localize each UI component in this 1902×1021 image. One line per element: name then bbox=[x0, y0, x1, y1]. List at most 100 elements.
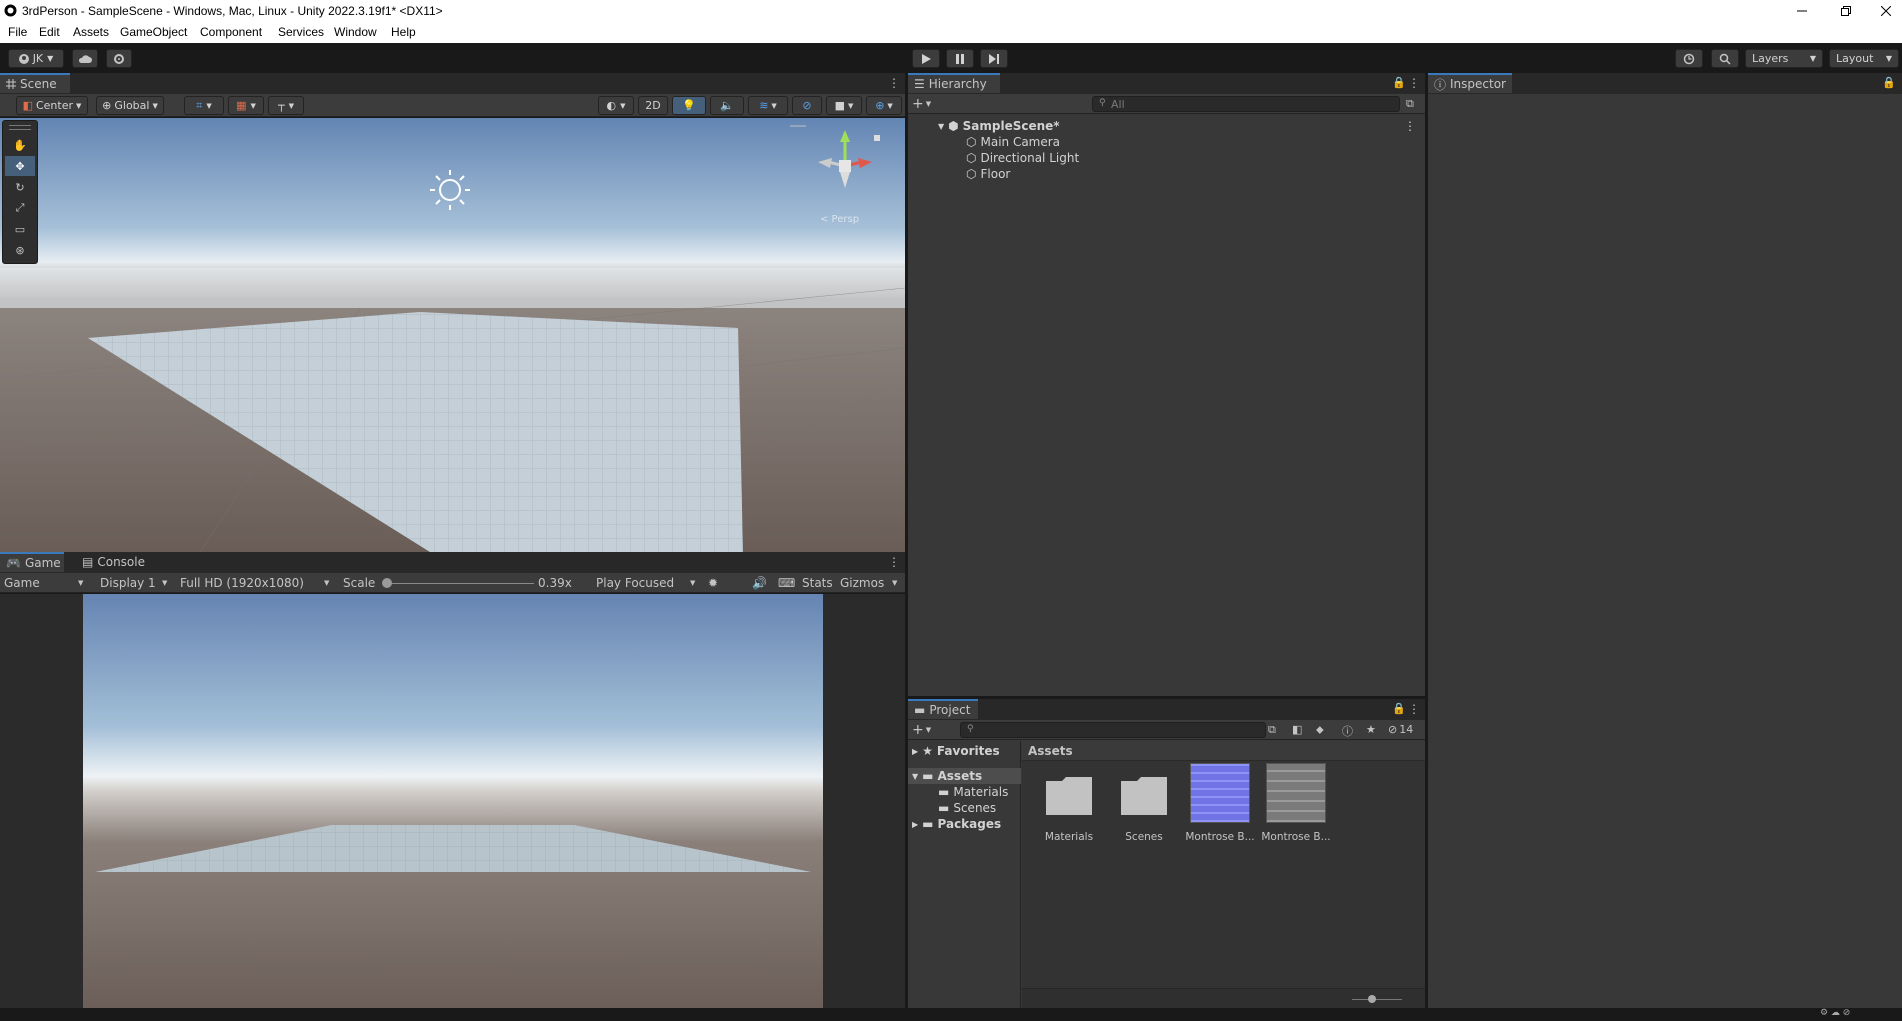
create-button[interactable]: + ▼ bbox=[912, 96, 938, 112]
folder-icon[interactable] bbox=[1119, 773, 1169, 817]
space-dropdown[interactable]: ⊕ Global ▼ bbox=[96, 96, 164, 115]
subfolder-row[interactable]: ▬ Scenes bbox=[938, 800, 996, 816]
breadcrumb[interactable]: Assets bbox=[1028, 744, 1073, 758]
display-label: Display 1 bbox=[100, 576, 156, 590]
menu-window[interactable]: Window bbox=[334, 25, 377, 39]
subfolder-row[interactable]: ▬ Materials bbox=[938, 784, 1008, 800]
effects-dropdown[interactable]: ≋ ▼ bbox=[748, 96, 788, 115]
hierarchy-scene-row[interactable]: ▼ ⬢ SampleScene* ⋮ bbox=[938, 118, 1418, 134]
menu-assets[interactable]: Assets bbox=[73, 25, 109, 39]
audio-toggle[interactable]: 🔈 bbox=[710, 96, 744, 115]
scale-tool[interactable]: ⤢ bbox=[5, 198, 35, 218]
hierarchy-search-input[interactable]: ⚲ All bbox=[1092, 96, 1400, 112]
menu-file[interactable]: File bbox=[8, 25, 27, 39]
layout-dropdown[interactable]: Layout ▼ bbox=[1829, 49, 1899, 68]
more-options-icon[interactable]: ⋮ bbox=[888, 76, 900, 90]
rotate-icon: ↻ bbox=[15, 180, 25, 194]
label-tag-icon[interactable]: ⬥ bbox=[1316, 723, 1324, 737]
frame-debugger-icon[interactable]: ✹ bbox=[708, 573, 718, 593]
scene-viewport[interactable]: < Persp ✋ ✥ ↻ ⤢ ▭ ⊛ bbox=[0, 118, 905, 552]
close-button[interactable] bbox=[1870, 0, 1902, 22]
lighting-toggle[interactable]: 💡 bbox=[672, 96, 706, 115]
grid-snap-button[interactable]: ⌗ ▼ bbox=[184, 96, 224, 115]
folder-icon: ▬ bbox=[938, 801, 950, 815]
star-icon[interactable]: ★ bbox=[1366, 723, 1376, 736]
scale-slider-track[interactable] bbox=[384, 583, 534, 584]
projection-label[interactable]: < Persp bbox=[820, 214, 859, 225]
menu-component[interactable]: Component bbox=[200, 25, 262, 39]
project-create-button[interactable]: + ▼ bbox=[912, 722, 938, 738]
thumbnail-size-slider[interactable] bbox=[1352, 999, 1402, 1000]
move-tool[interactable]: ✥ bbox=[5, 156, 35, 176]
search-by-type-icon[interactable]: ⧉ bbox=[1268, 723, 1276, 737]
step-button[interactable] bbox=[980, 49, 1008, 68]
rect-tool[interactable]: ▭ bbox=[5, 219, 35, 239]
tab-project[interactable]: ▬ Project bbox=[908, 699, 978, 719]
tab-hierarchy[interactable]: ☰ Hierarchy bbox=[908, 73, 1000, 93]
normal-map-thumbnail[interactable] bbox=[1190, 763, 1250, 823]
menu-edit[interactable]: Edit bbox=[39, 25, 60, 39]
expand-arrow-icon: ▼ bbox=[938, 121, 945, 131]
scene-visibility-icon[interactable]: ⧉ bbox=[1406, 97, 1414, 111]
lock-icon[interactable]: 🔒 bbox=[1392, 76, 1406, 89]
hierarchy-item[interactable]: ⬡ Main Camera bbox=[966, 134, 1060, 150]
game-view-dropdown[interactable]: Game ▼ bbox=[4, 573, 88, 593]
lock-icon[interactable]: 🔒 bbox=[1882, 76, 1896, 89]
gizmos-dropdown[interactable]: Gizmos ▼ bbox=[840, 573, 902, 593]
info-icon[interactable]: ⓘ bbox=[1342, 723, 1353, 739]
display-dropdown[interactable]: Display 1 ▼ bbox=[100, 573, 172, 593]
texture-thumbnail[interactable] bbox=[1266, 763, 1326, 823]
restore-button[interactable] bbox=[1826, 0, 1866, 22]
shading-mode-button[interactable]: ◐ ▼ bbox=[598, 96, 634, 115]
account-dropdown[interactable]: JK ▼ bbox=[8, 49, 64, 68]
transform-tool[interactable]: ⊛ bbox=[5, 240, 35, 260]
speaker-icon[interactable]: 🔊 bbox=[752, 573, 767, 593]
minimize-button[interactable] bbox=[1782, 0, 1822, 22]
tab-console[interactable]: ▤ Console bbox=[76, 552, 160, 572]
keyboard-icon[interactable]: ⌨ bbox=[778, 573, 795, 593]
grid-visibility-button[interactable]: ▦ ▼ bbox=[228, 96, 264, 115]
play-mode-dropdown[interactable]: Play Focused ▼ bbox=[596, 573, 698, 593]
tab-scene[interactable]: Scene bbox=[0, 73, 70, 93]
thumbnail-size-thumb[interactable] bbox=[1368, 995, 1376, 1003]
tab-inspector[interactable]: ⓘ Inspector bbox=[1428, 73, 1512, 93]
hidden-objects-toggle[interactable]: ⊘ bbox=[792, 96, 822, 115]
menu-services[interactable]: Services bbox=[278, 25, 324, 39]
menu-gameobject[interactable]: GameObject bbox=[120, 25, 187, 39]
game-viewport[interactable] bbox=[83, 594, 823, 1008]
packages-folder-row[interactable]: ▶ ▬ Packages bbox=[912, 816, 1001, 832]
more-options-icon[interactable]: ⋮ bbox=[1408, 702, 1420, 716]
collab-button[interactable] bbox=[106, 49, 132, 68]
more-options-icon[interactable]: ⋮ bbox=[1404, 119, 1416, 133]
menu-help[interactable]: Help bbox=[391, 25, 416, 39]
stats-button[interactable]: Stats bbox=[802, 573, 833, 593]
play-button[interactable] bbox=[912, 49, 940, 68]
resolution-dropdown[interactable]: Full HD (1920x1080) ▼ bbox=[180, 573, 334, 593]
favorites-row[interactable]: ▶ ★ Favorites bbox=[912, 743, 1000, 759]
scale-slider-thumb[interactable] bbox=[382, 578, 392, 588]
cloud-button[interactable] bbox=[72, 49, 98, 68]
folder-icon[interactable] bbox=[1044, 773, 1094, 817]
hierarchy-item[interactable]: ⬡ Floor bbox=[966, 166, 1010, 182]
project-search-input[interactable]: ⚲ bbox=[960, 722, 1266, 738]
rotate-tool[interactable]: ↻ bbox=[5, 177, 35, 197]
pause-button[interactable] bbox=[946, 49, 974, 68]
undo-history-button[interactable] bbox=[1675, 49, 1703, 68]
layers-dropdown[interactable]: Layers ▼ bbox=[1745, 49, 1823, 68]
more-options-icon[interactable]: ⋮ bbox=[1408, 76, 1420, 90]
hierarchy-item[interactable]: ⬡ Directional Light bbox=[966, 150, 1079, 166]
assets-folder-row[interactable]: ▼ ▬ Assets bbox=[908, 768, 1021, 784]
gizmos-dropdown[interactable]: ⊕ ▼ bbox=[866, 96, 902, 115]
pivot-dropdown[interactable]: ◧ Center ▼ bbox=[16, 96, 88, 115]
lock-icon[interactable] bbox=[874, 135, 880, 141]
hidden-packages-toggle[interactable]: ⊘ 14 bbox=[1388, 723, 1413, 736]
more-options-icon[interactable]: ⋮ bbox=[888, 555, 900, 569]
lock-icon[interactable]: 🔒 bbox=[1392, 702, 1406, 715]
hand-tool[interactable]: ✋ bbox=[5, 135, 35, 155]
tab-game[interactable]: 🎮 Game bbox=[0, 552, 64, 572]
camera-dropdown[interactable]: ■ ▼ bbox=[826, 96, 862, 115]
increment-snap-button[interactable]: ┬ ▼ bbox=[268, 96, 304, 115]
search-button[interactable] bbox=[1711, 49, 1739, 68]
toggle-2d-button[interactable]: 2D bbox=[638, 96, 668, 115]
filter-type-icon[interactable]: ◧ bbox=[1292, 723, 1302, 736]
